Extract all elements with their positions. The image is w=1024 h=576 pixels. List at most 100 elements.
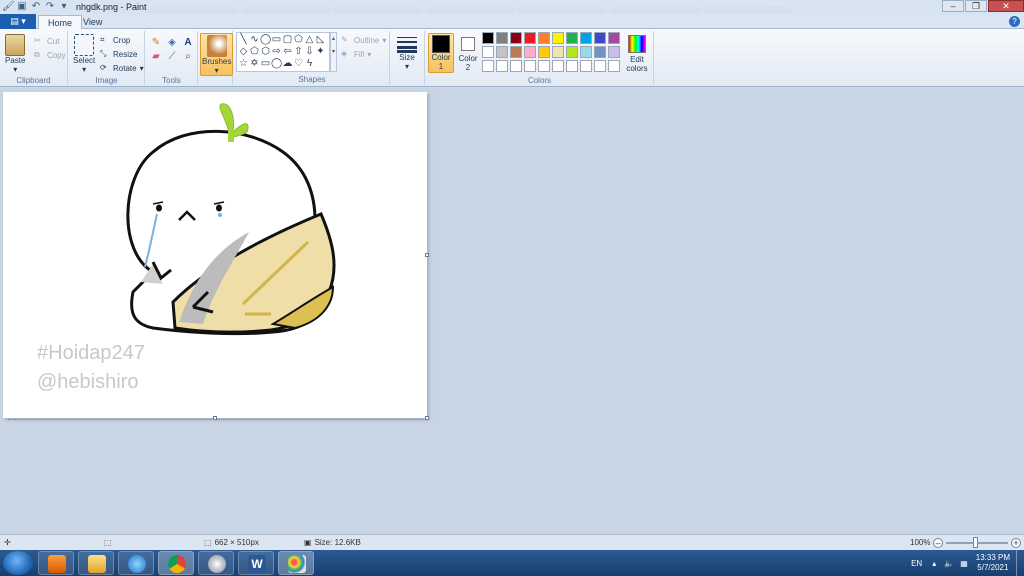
- canvas-workspace[interactable]: #Hoidap247 @hebishiro: [0, 88, 1024, 534]
- undo-icon[interactable]: ↶: [30, 1, 42, 13]
- palette-swatch[interactable]: [496, 32, 508, 44]
- heart-shape-icon[interactable]: ♡: [293, 58, 304, 70]
- help-icon[interactable]: ?: [1009, 16, 1020, 27]
- shapes-gallery[interactable]: ╲ ∿ ◯ ▭ ▢ ⬠ △ ◺ ◇ ⬠ ⬡ ⇨ ⇦ ⇧ ⇩ ✦ ☆ ✡ ▭ ◯ …: [236, 32, 330, 72]
- network-icon[interactable]: ▦: [960, 559, 968, 568]
- hexagon-shape-icon[interactable]: ⬡: [260, 46, 271, 58]
- cloud-callout-shape-icon[interactable]: ☁: [282, 58, 293, 70]
- clock[interactable]: 13:33 PM 5/7/2021: [976, 553, 1010, 573]
- taskbar-word[interactable]: W: [238, 551, 274, 575]
- palette-swatch[interactable]: [538, 60, 550, 72]
- palette-swatch[interactable]: [566, 60, 578, 72]
- size-button[interactable]: Size ▾: [396, 35, 418, 71]
- curve-shape-icon[interactable]: ∿: [249, 34, 260, 46]
- start-button[interactable]: [3, 551, 33, 575]
- brushes-button[interactable]: Brushes ▾: [200, 33, 234, 76]
- select-button[interactable]: Select ▾: [73, 34, 95, 74]
- six-point-star-shape-icon[interactable]: ✡: [249, 58, 260, 70]
- palette-swatch[interactable]: [608, 60, 620, 72]
- restore-button[interactable]: ❐: [965, 0, 987, 12]
- palette-swatch[interactable]: [594, 46, 606, 58]
- rectangle-shape-icon[interactable]: ▭: [271, 34, 282, 46]
- palette-swatch[interactable]: [496, 60, 508, 72]
- tab-view[interactable]: View: [74, 15, 111, 29]
- file-menu-button[interactable]: ▤ ▾: [0, 14, 36, 29]
- zoom-in-button[interactable]: +: [1011, 538, 1021, 548]
- save-icon[interactable]: ▣: [16, 1, 28, 13]
- palette-swatch[interactable]: [538, 46, 550, 58]
- minimize-button[interactable]: –: [942, 0, 964, 12]
- color1-button[interactable]: Color 1: [428, 33, 454, 73]
- crop-button[interactable]: ⌗ Crop: [100, 34, 130, 46]
- up-arrow-shape-icon[interactable]: ⇧: [293, 46, 304, 58]
- diamond-shape-icon[interactable]: ◇: [238, 46, 249, 58]
- palette-swatch[interactable]: [552, 46, 564, 58]
- palette-swatch[interactable]: [524, 32, 536, 44]
- polygon-shape-icon[interactable]: ⬠: [293, 34, 304, 46]
- right-triangle-shape-icon[interactable]: ◺: [315, 34, 326, 46]
- taskbar-internet-explorer[interactable]: [118, 551, 154, 575]
- pentagon-shape-icon[interactable]: ⬠: [249, 46, 260, 58]
- shapes-scroll-control[interactable]: ▴ ▾: [330, 32, 337, 72]
- close-button[interactable]: ✕: [988, 0, 1024, 12]
- palette-swatch[interactable]: [552, 60, 564, 72]
- palette-swatch[interactable]: [482, 46, 494, 58]
- pencil-icon[interactable]: ✎: [149, 37, 163, 49]
- oval-callout-shape-icon[interactable]: ◯: [271, 58, 282, 70]
- palette-swatch[interactable]: [524, 46, 536, 58]
- palette-swatch[interactable]: [566, 46, 578, 58]
- taskbar-file-explorer[interactable]: [78, 551, 114, 575]
- fill-bucket-icon[interactable]: ◈: [165, 37, 179, 49]
- palette-swatch[interactable]: [580, 46, 592, 58]
- palette-swatch[interactable]: [510, 32, 522, 44]
- down-arrow-shape-icon[interactable]: ⇩: [304, 46, 315, 58]
- oval-shape-icon[interactable]: ◯: [260, 34, 271, 46]
- color-palette[interactable]: [482, 32, 620, 72]
- palette-swatch[interactable]: [538, 32, 550, 44]
- lightning-shape-icon[interactable]: ϟ: [304, 58, 315, 70]
- palette-swatch[interactable]: [594, 60, 606, 72]
- rounded-rectangle-shape-icon[interactable]: ▢: [282, 34, 293, 46]
- palette-swatch[interactable]: [580, 32, 592, 44]
- palette-swatch[interactable]: [608, 46, 620, 58]
- color-picker-icon[interactable]: ⟋: [165, 51, 179, 63]
- rotate-button[interactable]: ⟳ Rotate ▾: [100, 62, 144, 74]
- palette-swatch[interactable]: [566, 32, 578, 44]
- palette-swatch[interactable]: [594, 32, 606, 44]
- canvas-resize-handle-right[interactable]: [425, 253, 429, 257]
- triangle-shape-icon[interactable]: △: [304, 34, 315, 46]
- palette-swatch[interactable]: [482, 60, 494, 72]
- taskbar-app-generic[interactable]: [198, 551, 234, 575]
- line-shape-icon[interactable]: ╲: [238, 34, 249, 46]
- text-tool-icon[interactable]: A: [181, 37, 195, 49]
- fill-button[interactable]: ◈ Fill ▾: [341, 48, 371, 60]
- palette-swatch[interactable]: [524, 60, 536, 72]
- palette-swatch[interactable]: [510, 60, 522, 72]
- paste-button[interactable]: Paste ▾: [5, 34, 25, 74]
- taskbar-paint[interactable]: [278, 551, 314, 575]
- outline-button[interactable]: ✎ Outline ▾: [341, 34, 386, 46]
- four-point-star-shape-icon[interactable]: ✦: [315, 46, 326, 58]
- palette-swatch[interactable]: [496, 46, 508, 58]
- left-arrow-shape-icon[interactable]: ⇦: [282, 46, 293, 58]
- cut-button[interactable]: ✂ Cut: [34, 35, 59, 47]
- palette-swatch[interactable]: [608, 32, 620, 44]
- magnifier-icon[interactable]: ⌕: [181, 51, 195, 63]
- zoom-out-button[interactable]: –: [933, 538, 943, 548]
- resize-button[interactable]: ⤡ Resize: [100, 48, 137, 60]
- palette-swatch[interactable]: [482, 32, 494, 44]
- five-point-star-shape-icon[interactable]: ☆: [238, 58, 249, 70]
- taskbar-media-player[interactable]: [38, 551, 74, 575]
- zoom-slider-thumb[interactable]: [973, 537, 978, 548]
- redo-icon[interactable]: ↷: [44, 1, 56, 13]
- palette-swatch[interactable]: [510, 46, 522, 58]
- palette-swatch[interactable]: [580, 60, 592, 72]
- show-desktop-button[interactable]: [1016, 550, 1024, 576]
- quick-access-dropdown-icon[interactable]: ▾: [58, 1, 70, 13]
- color2-button[interactable]: Color 2: [457, 37, 479, 72]
- tray-expand-icon[interactable]: ▴: [932, 559, 936, 568]
- paint-app-icon[interactable]: 🖌: [2, 1, 15, 13]
- copy-button[interactable]: ⧉ Copy: [34, 49, 66, 61]
- taskbar-chrome[interactable]: [158, 551, 194, 575]
- eraser-icon[interactable]: ▰: [149, 51, 163, 63]
